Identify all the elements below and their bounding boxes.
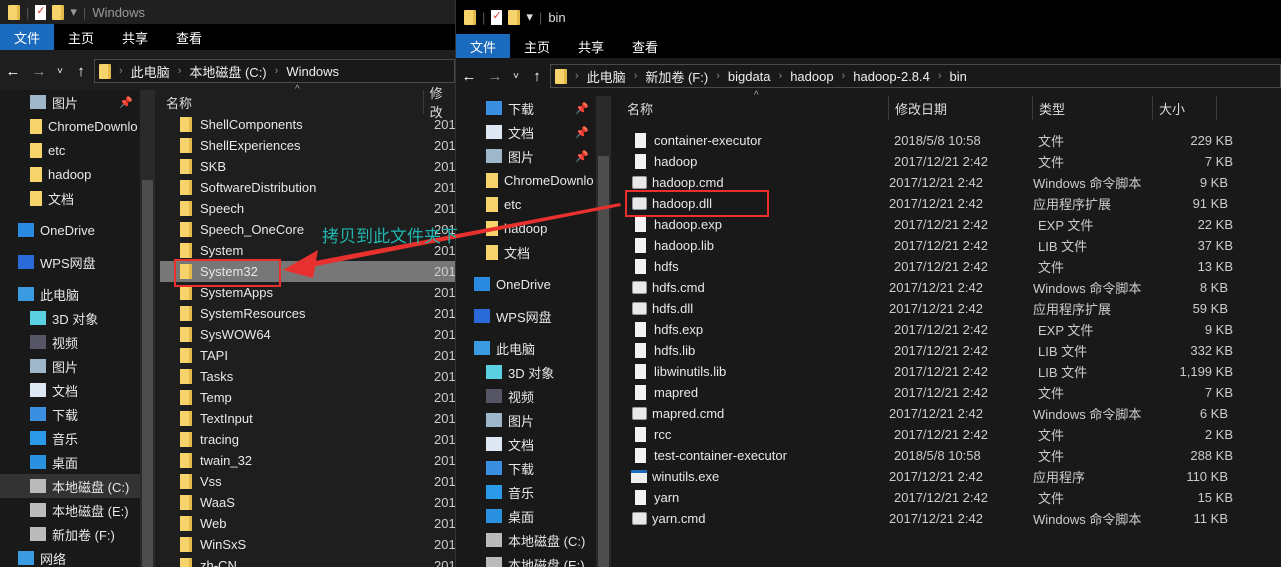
annotation-text: 拷贝到此文件夹下 — [322, 227, 458, 247]
arrow-annotation — [283, 203, 621, 278]
arrow-head-icon — [283, 250, 318, 278]
